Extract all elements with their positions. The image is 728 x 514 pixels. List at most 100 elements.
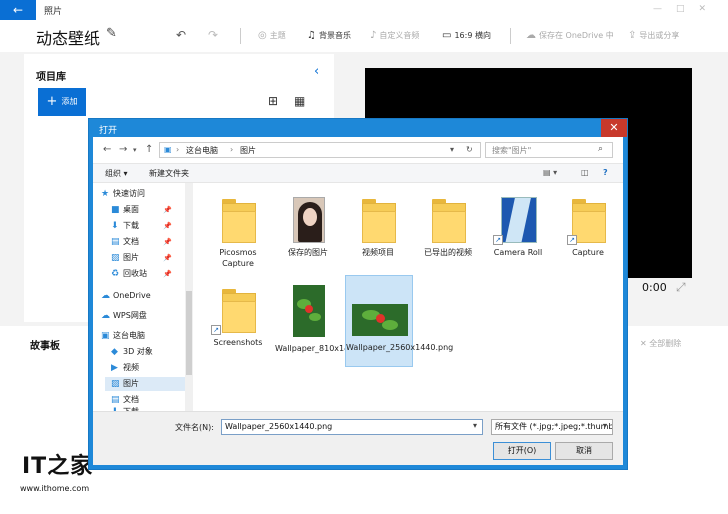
- search-icon: ⌕: [598, 144, 604, 154]
- cloud-icon: ☁: [526, 30, 536, 41]
- breadcrumb-pictures[interactable]: 图片: [240, 145, 256, 156]
- file-tile-screenshots[interactable]: ↗ Screenshots: [205, 279, 271, 369]
- nav-item-wps-cloud[interactable]: ☁ WPS网盘: [101, 309, 147, 323]
- folder-icon: [572, 199, 606, 243]
- music-button[interactable]: ♫ 背景音乐: [307, 30, 351, 41]
- audio-icon: ♪: [370, 30, 377, 41]
- preview-pane-icon[interactable]: ◫: [581, 168, 589, 177]
- dialog-titlebar: 打开 ✕: [89, 119, 627, 137]
- undo-icon[interactable]: ↶: [176, 28, 186, 42]
- nav-item-quick-access[interactable]: ★ 快速访问: [101, 187, 145, 201]
- pin-icon: 📌: [163, 238, 172, 246]
- search-input[interactable]: 搜索"图片" ⌕: [485, 142, 613, 158]
- large-grid-view-icon[interactable]: ⊞: [268, 94, 278, 108]
- app-titlebar: ← 照片 —□✕: [0, 0, 728, 20]
- aspect-ratio-icon: ▭: [442, 30, 452, 41]
- cloud-icon: ☁: [101, 291, 110, 301]
- organize-button[interactable]: 组织 ▾: [105, 168, 128, 179]
- small-grid-view-icon[interactable]: ▦: [294, 94, 305, 108]
- close-icon: ✕: [609, 121, 619, 134]
- nav-item-3d-objects[interactable]: ◆ 3D 对象: [111, 345, 153, 359]
- portrait-thumbnail: [293, 197, 325, 243]
- pencil-icon[interactable]: ✎: [106, 26, 117, 41]
- project-title: 动态壁纸: [36, 29, 101, 48]
- view-options-icon[interactable]: ▤ ▾: [543, 168, 557, 177]
- cancel-button[interactable]: 取消: [555, 442, 613, 460]
- nav-item-this-pc[interactable]: ▣ 这台电脑: [101, 329, 145, 343]
- address-dropdown-icon[interactable]: ▾: [450, 145, 454, 154]
- pin-icon: 📌: [163, 254, 172, 262]
- nav-item-videos[interactable]: ▶ 视频: [111, 361, 139, 375]
- plant-photo-thumbnail: [293, 285, 325, 337]
- computer-icon: ▣: [101, 331, 110, 341]
- navigation-pane: ★ 快速访问 ■ 桌面 📌 ⬇ 下载 📌 ▤ 文档 📌 ▨ 图片 📌 ♻ 回收站 📌 ☁ OneDriv…: [93, 183, 193, 411]
- expand-icon[interactable]: ⤢: [676, 280, 686, 295]
- breadcrumb-separator: ›: [230, 145, 234, 154]
- filename-input[interactable]: Wallpaper_2560x1440.png: [221, 419, 483, 435]
- file-tile-wallpaper-810[interactable]: Wallpaper_810x1440.png: [275, 279, 378, 369]
- palette-icon: ◎: [258, 30, 267, 41]
- file-tile-camera-roll[interactable]: ↗ Camera Roll: [485, 189, 551, 279]
- new-folder-button[interactable]: 新建文件夹: [149, 168, 189, 179]
- open-button[interactable]: 打开(O): [493, 442, 551, 460]
- file-type-select[interactable]: 所有文件 (*.jpg;*.jpeg;*.thumb: [491, 419, 613, 435]
- nav-item-pictures-quick[interactable]: ▨ 图片 📌: [111, 251, 172, 265]
- open-file-dialog: 打开 ✕ ← → ▾ ↑ ▣ › 这台电脑 › 图片 ▾ ↻ 搜索"图片" ⌕: [88, 118, 628, 470]
- nav-item-onedrive[interactable]: ☁ OneDrive: [101, 289, 151, 303]
- collapse-chevron-icon[interactable]: ‹: [314, 64, 319, 79]
- toolbar-divider: [240, 28, 241, 44]
- custom-audio-button[interactable]: ♪ 自定义音频: [370, 30, 419, 41]
- help-icon[interactable]: ?: [603, 168, 608, 177]
- watermark-url: www.ithome.com: [20, 484, 90, 493]
- file-label: 已导出的视频: [424, 248, 472, 257]
- theme-button[interactable]: ◎ 主题: [258, 30, 286, 41]
- export-button[interactable]: ⇪ 导出或分享: [628, 30, 679, 41]
- redo-icon[interactable]: ↷: [208, 28, 218, 42]
- add-button[interactable]: + 添加: [38, 88, 86, 116]
- nav-item-downloads[interactable]: ⬇ 下载 📌: [111, 219, 172, 233]
- nav-item-desktop[interactable]: ■ 桌面 📌: [111, 203, 172, 217]
- refresh-icon[interactable]: ↻: [466, 145, 473, 154]
- up-arrow-icon[interactable]: ↑: [145, 144, 153, 155]
- toolbar-divider: [510, 28, 511, 44]
- breadcrumb-this-pc[interactable]: 这台电脑: [186, 145, 218, 156]
- recent-chevron-icon[interactable]: ▾: [133, 146, 137, 154]
- picture-icon: ▨: [111, 379, 120, 389]
- file-label: Camera Roll: [493, 248, 543, 257]
- search-placeholder: 搜索"图片": [492, 146, 532, 155]
- library-title: 项目库: [36, 72, 66, 83]
- recycle-bin-icon: ♻: [111, 269, 120, 279]
- desktop-icon: ■: [111, 205, 120, 215]
- file-tile-saved-pictures[interactable]: 保存的图片: [275, 189, 341, 279]
- window-controls[interactable]: —□✕: [653, 4, 720, 14]
- nav-item-pictures[interactable]: ▨ 图片: [105, 377, 185, 391]
- close-icon: ✕: [640, 339, 650, 348]
- file-tile-video-projects[interactable]: 视频项目: [345, 189, 411, 279]
- shortcut-arrow-icon: ↗: [567, 235, 577, 245]
- aspect-ratio-button[interactable]: ▭ 16:9 横向: [442, 30, 491, 41]
- dialog-body: ← → ▾ ↑ ▣ › 这台电脑 › 图片 ▾ ↻ 搜索"图片" ⌕ 组织 ▾ …: [93, 137, 623, 465]
- forward-arrow-icon[interactable]: →: [119, 144, 127, 155]
- document-icon: ▤: [111, 237, 120, 247]
- pin-icon: 📌: [163, 270, 172, 278]
- chevron-down-icon[interactable]: ▾: [473, 421, 477, 430]
- file-tile-picosmos-capture[interactable]: Picosmos Capture: [205, 189, 271, 279]
- file-label: 保存的图片: [288, 248, 328, 257]
- file-tile-capture[interactable]: ↗ Capture: [555, 189, 621, 279]
- back-arrow-icon[interactable]: ←: [103, 144, 111, 155]
- address-bar[interactable]: ▣ › 这台电脑 › 图片 ▾ ↻: [159, 142, 481, 158]
- delete-all-button[interactable]: ✕ 全部删除: [640, 338, 681, 349]
- save-onedrive-button[interactable]: ☁ 保存在 OneDrive 中: [526, 30, 614, 41]
- plus-icon: +: [46, 94, 58, 109]
- download-icon: ⬇: [111, 221, 119, 231]
- back-arrow-icon[interactable]: ←: [0, 0, 36, 20]
- nav-scrollbar-thumb[interactable]: [186, 291, 192, 375]
- chevron-down-icon[interactable]: ▾: [603, 421, 607, 430]
- share-icon: ⇪: [628, 30, 637, 41]
- nav-item-recycle-bin[interactable]: ♻ 回收站 📌: [111, 267, 172, 281]
- dialog-close-button[interactable]: ✕: [601, 119, 627, 137]
- file-tile-exported-videos[interactable]: 已导出的视频: [415, 189, 481, 279]
- nav-item-documents[interactable]: ▤ 文档 📌: [111, 235, 172, 249]
- file-tile-wallpaper-2560[interactable]: Wallpaper_2560x1440.png: [345, 275, 453, 367]
- file-label: Wallpaper_810x1440.png: [275, 344, 378, 353]
